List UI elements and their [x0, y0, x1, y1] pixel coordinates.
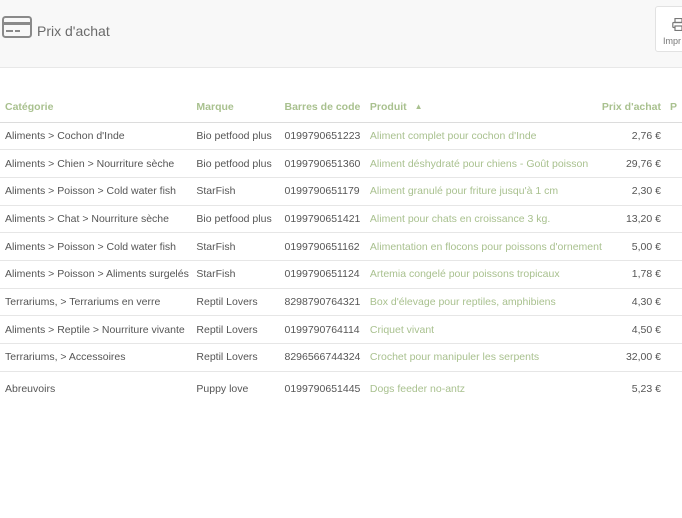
cell-price: 13,20 €: [601, 205, 665, 234]
table-row[interactable]: Abreuvoirs Puppy love 0199790651445 Dogs…: [0, 371, 682, 406]
cell-extra: [665, 260, 682, 289]
cell-product-link[interactable]: Artemia congelé pour poissons tropicaux: [364, 260, 602, 289]
column-header-product-label: Produit: [369, 101, 407, 114]
table-row[interactable]: Aliments > Reptile > Nourriture vivante …: [0, 315, 682, 344]
cell-barcode: 0199790651162: [279, 232, 365, 261]
column-header-price[interactable]: Prix d'achat: [601, 93, 665, 123]
cell-brand: StarFish: [191, 260, 280, 289]
column-header-brand[interactable]: Marque: [191, 93, 280, 123]
cell-category: Terrariums, > Accessoires: [0, 343, 192, 372]
column-header-category[interactable]: Catégorie: [0, 93, 192, 123]
cell-brand: Reptil Lovers: [191, 288, 280, 317]
cell-brand: StarFish: [191, 232, 280, 261]
table-row[interactable]: Aliments > Poisson > Cold water fish Sta…: [0, 232, 682, 261]
printer-icon: [672, 18, 682, 31]
cell-brand: Reptil Lovers: [191, 315, 280, 344]
cell-product-link[interactable]: Aliment complet pour cochon d'Inde: [364, 122, 602, 151]
table-row[interactable]: Aliments > Poisson > Aliments surgelés S…: [0, 260, 682, 289]
page-header: Prix d'achat Impr: [0, 0, 682, 68]
cell-price: 2,76 €: [601, 122, 665, 151]
cell-product-link[interactable]: Aliment granulé pour friture jusqu'à 1 c…: [364, 177, 602, 206]
cell-price: 29,76 €: [601, 149, 665, 178]
cell-price: 4,50 €: [601, 315, 665, 344]
cell-barcode: 0199790651124: [279, 260, 365, 289]
cell-product-link[interactable]: Aliment déshydraté pour chiens - Goût po…: [364, 149, 602, 178]
cell-brand: Reptil Lovers: [191, 343, 280, 372]
cell-barcode: 0199790651421: [279, 205, 365, 234]
table-header-row: Catégorie Marque Barres de code Produit ▲…: [0, 93, 682, 123]
column-header-extra[interactable]: P: [665, 93, 682, 123]
cell-barcode: 8296566744324: [279, 343, 365, 372]
cell-brand: Bio petfood plus: [191, 122, 280, 151]
cell-product-link[interactable]: Alimentation en flocons pour poissons d'…: [364, 232, 602, 261]
cell-extra: [665, 149, 682, 178]
cell-barcode: 0199790651223: [279, 122, 365, 151]
cell-price: 1,78 €: [601, 260, 665, 289]
cell-category: Terrariums, > Terrariums en verre: [0, 288, 192, 317]
cell-category: Aliments > Chat > Nourriture sèche: [0, 205, 192, 234]
cell-product-link[interactable]: Box d'élevage pour reptiles, amphibiens: [364, 288, 602, 317]
cell-brand: Bio petfood plus: [191, 205, 280, 234]
purchase-price-table: Catégorie Marque Barres de code Produit ▲…: [0, 93, 682, 406]
cell-category: Aliments > Cochon d'Inde: [0, 122, 192, 151]
cell-extra: [665, 343, 682, 372]
cell-extra: [665, 315, 682, 344]
credit-card-icon: [2, 16, 32, 38]
column-header-product[interactable]: Produit ▲: [364, 93, 602, 123]
cell-brand: Puppy love: [196, 382, 249, 395]
sort-ascending-icon: ▲: [414, 102, 423, 112]
cell-category: Aliments > Chien > Nourriture sèche: [0, 149, 192, 178]
print-button[interactable]: Impr: [655, 6, 682, 52]
cell-price: 4,30 €: [601, 288, 665, 317]
cell-category: Abreuvoirs: [5, 382, 56, 395]
cell-product-link[interactable]: Aliment pour chats en croissance 3 kg.: [364, 205, 602, 234]
cell-price: 2,30 €: [601, 177, 665, 206]
cell-barcode: 0199790651360: [279, 149, 365, 178]
cell-product-link[interactable]: Dogs feeder no-antz: [365, 371, 602, 406]
cell-barcode: 0199790651445: [284, 382, 361, 395]
cell-price: 5,23 €: [631, 382, 661, 395]
table-row[interactable]: Aliments > Chat > Nourriture sèche Bio p…: [0, 205, 682, 234]
table-row[interactable]: Aliments > Chien > Nourriture sèche Bio …: [0, 149, 682, 178]
column-header-barcode[interactable]: Barres de code: [279, 93, 365, 123]
cell-product-link[interactable]: Crochet pour manipuler les serpents: [364, 343, 602, 372]
cell-brand: StarFish: [191, 177, 280, 206]
cell-extra: [665, 232, 682, 261]
cell-category: Aliments > Poisson > Aliments surgelés: [0, 260, 192, 289]
table-row[interactable]: Aliments > Poisson > Cold water fish Sta…: [0, 177, 682, 206]
cell-price: 5,00 €: [601, 232, 665, 261]
cell-extra: [665, 177, 682, 206]
print-label: Impr: [663, 36, 681, 46]
cell-product-link[interactable]: Criquet vivant: [364, 315, 602, 344]
cell-barcode: 8298790764321: [279, 288, 365, 317]
cell-barcode: 0199790651179: [279, 177, 365, 206]
cell-extra: [665, 122, 682, 151]
cell-category: Aliments > Reptile > Nourriture vivante: [0, 315, 192, 344]
table-row[interactable]: Aliments > Cochon d'Inde Bio petfood plu…: [0, 122, 682, 151]
cell-brand: Bio petfood plus: [191, 149, 280, 178]
table-row[interactable]: Terrariums, > Terrariums en verre Reptil…: [0, 288, 682, 317]
cell-price: 32,00 €: [601, 343, 665, 372]
cell-extra: [665, 205, 682, 234]
cell-category: Aliments > Poisson > Cold water fish: [0, 177, 192, 206]
cell-extra: [665, 288, 682, 317]
table-row[interactable]: Terrariums, > Accessoires Reptil Lovers …: [0, 343, 682, 372]
cell-extra: [665, 371, 682, 406]
cell-barcode: 0199790764114: [279, 315, 365, 344]
page-title: Prix d'achat: [37, 23, 110, 39]
cell-category: Aliments > Poisson > Cold water fish: [0, 232, 192, 261]
